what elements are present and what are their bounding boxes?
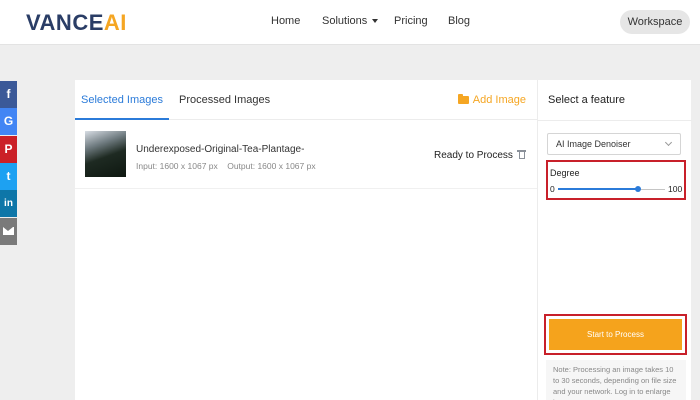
folder-icon <box>457 94 469 104</box>
top-header: VANCEAI Home Solutions Pricing Blog Work… <box>0 0 700 45</box>
nav-blog[interactable]: Blog <box>448 15 470 27</box>
add-image-button[interactable]: Add Image <box>457 80 526 120</box>
trash-icon[interactable] <box>517 150 526 159</box>
email-share-icon[interactable] <box>0 218 17 245</box>
mail-icon <box>3 227 14 235</box>
degree-label: Degree <box>550 168 580 178</box>
input-size: Input: 1600 x 1067 px <box>136 161 218 171</box>
nav-home[interactable]: Home <box>271 15 300 27</box>
chevron-down-icon <box>664 138 673 147</box>
feature-sidebar: Select a feature AI Image Denoiser Degre… <box>537 80 692 400</box>
add-image-label: Add Image <box>472 94 526 106</box>
tab-selected-images[interactable]: Selected Images <box>75 80 169 120</box>
caret-down-icon <box>372 19 379 24</box>
degree-min-label: 0 <box>550 184 555 194</box>
image-tabs: Selected Images Processed Images Add Ima… <box>75 80 537 120</box>
processing-note: Note: Processing an image takes 10 to 30… <box>546 360 686 400</box>
pinterest-share-icon[interactable]: P <box>0 136 17 163</box>
vanceai-logo[interactable]: VANCEAI <box>26 10 127 36</box>
trash-can <box>518 152 525 159</box>
file-name: Underexposed-Original-Tea-Plantage- <box>136 144 305 155</box>
nav-solutions-label: Solutions <box>322 15 368 27</box>
twitter-share-icon[interactable]: t <box>0 163 17 190</box>
degree-control-highlight: Degree 0 100 <box>546 160 686 200</box>
workspace-button[interactable]: Workspace <box>620 10 690 34</box>
google-share-icon[interactable]: G <box>0 108 17 135</box>
divider <box>538 120 692 121</box>
image-thumbnail[interactable] <box>85 131 126 177</box>
degree-slider[interactable] <box>558 186 665 192</box>
file-dimensions: Input: 1600 x 1067 px Output: 1600 x 106… <box>136 161 316 171</box>
linkedin-share-icon[interactable]: in <box>0 190 17 217</box>
output-size: Output: 1600 x 1067 px <box>227 161 316 171</box>
start-button-highlight: Start to Process <box>544 314 687 355</box>
images-panel: Selected Images Processed Images Add Ima… <box>75 80 537 400</box>
feature-select-value: AI Image Denoiser <box>556 139 631 149</box>
start-to-process-button[interactable]: Start to Process <box>549 319 682 350</box>
logo-main-text: VANCE <box>26 10 104 35</box>
slider-thumb[interactable] <box>635 186 642 192</box>
file-status: Ready to Process <box>434 150 513 161</box>
facebook-share-icon[interactable]: f <box>0 81 17 108</box>
degree-max-label: 100 <box>668 184 683 194</box>
logo-accent-text: AI <box>103 10 127 35</box>
file-list-item: Underexposed-Original-Tea-Plantage- Inpu… <box>75 121 537 189</box>
slider-fill <box>558 188 639 190</box>
nav-solutions[interactable]: Solutions <box>322 15 379 27</box>
nav-pricing[interactable]: Pricing <box>394 15 428 27</box>
tab-processed-images[interactable]: Processed Images <box>179 80 270 120</box>
feature-sidebar-title: Select a feature <box>548 94 626 106</box>
feature-select[interactable]: AI Image Denoiser <box>547 133 681 155</box>
